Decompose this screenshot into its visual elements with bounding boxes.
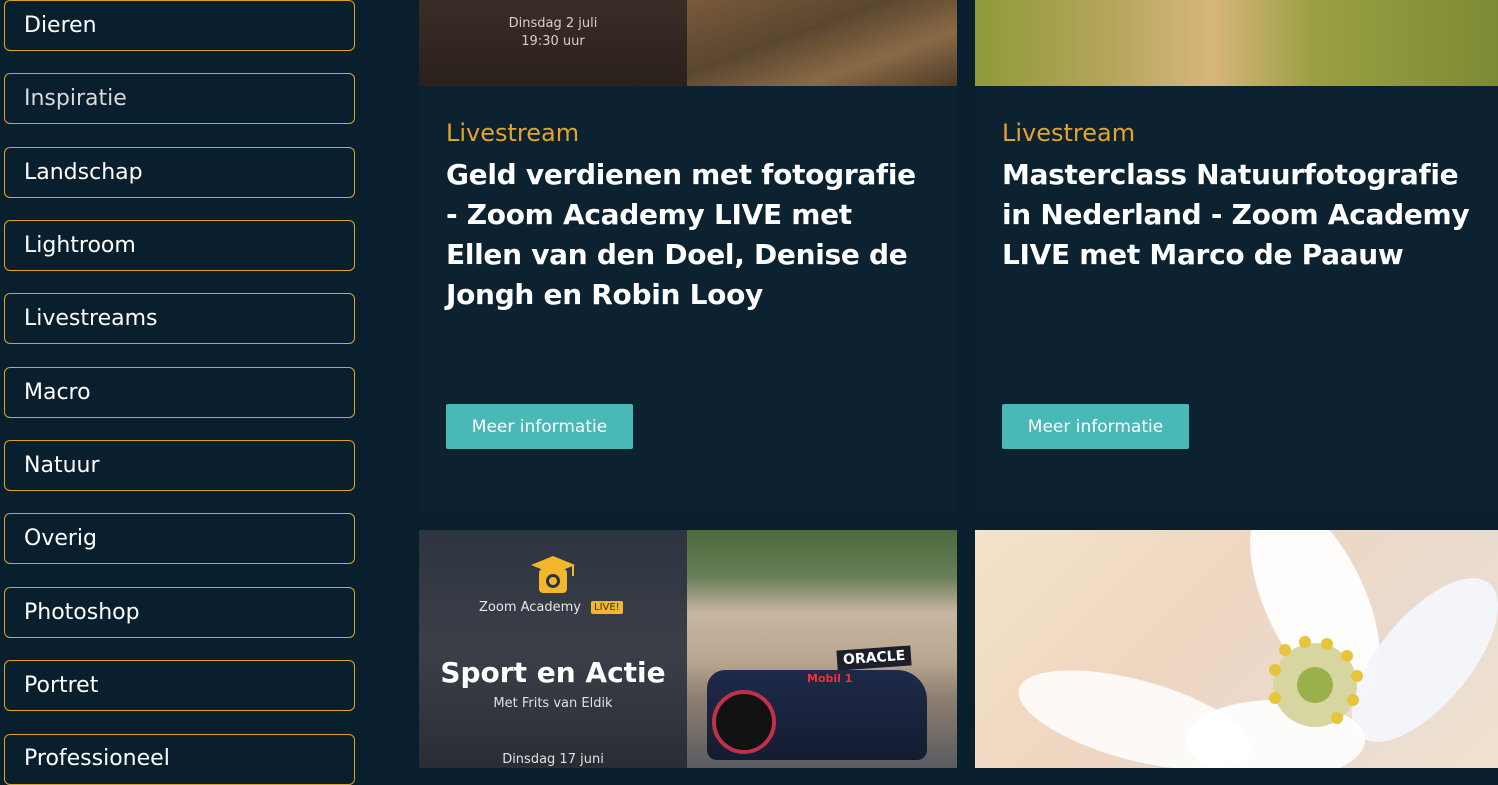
event-card: Livestream Masterclass Natuurfotografie …	[975, 0, 1498, 512]
card-title[interactable]: Geld verdienen met fotografie - Zoom Aca…	[446, 155, 936, 315]
academy-cap-icon	[531, 556, 575, 593]
promo-panel: Zoom Academy LIVE! Sport en Actie Met Fr…	[419, 530, 687, 768]
category-natuur[interactable]: Natuur	[4, 440, 355, 491]
lake-photo[interactable]	[975, 0, 1498, 86]
more-info-button[interactable]: Meer informatie	[1002, 404, 1189, 449]
promo-date: Dinsdag 2 juli	[508, 16, 598, 31]
category-inspiratie[interactable]: Inspiratie	[4, 73, 355, 124]
card-tag: Livestream	[446, 119, 580, 147]
sponsor-board: ORACLE	[836, 645, 912, 671]
more-info-button[interactable]: Meer informatie	[446, 404, 633, 449]
category-professioneel[interactable]: Professioneel	[4, 734, 355, 785]
promo-brand: Zoom Academy	[479, 600, 581, 615]
promo-subtitle: Met Frits van Eldik	[493, 696, 613, 711]
flower-photo	[1018, 530, 1498, 768]
promo-time: 19:30 uur	[521, 34, 585, 49]
promo-panel: Dinsdag 2 juli 19:30 uur	[419, 0, 687, 86]
category-overig[interactable]: Overig	[4, 513, 355, 564]
race-car-wheel	[712, 690, 776, 754]
race-photo: ORACLE Mobil 1	[687, 530, 957, 768]
event-card: Zoom Academy LIVE! Sport en Actie Met Fr…	[419, 530, 957, 768]
category-livestreams[interactable]: Livestreams	[4, 293, 355, 344]
event-card: Dinsdag 2 juli 19:30 uur Livestream Geld…	[419, 0, 957, 512]
category-portret[interactable]: Portret	[4, 660, 355, 711]
category-lightroom[interactable]: Lightroom	[4, 220, 355, 271]
event-card[interactable]	[975, 530, 1498, 768]
promo-date: Dinsdag 17 juni	[502, 752, 604, 767]
promo-title: Sport en Actie	[440, 656, 666, 689]
category-macro[interactable]: Macro	[4, 367, 355, 418]
category-dieren[interactable]: Dieren	[4, 0, 355, 51]
card-tag: Livestream	[1002, 119, 1136, 147]
live-badge: LIVE!	[591, 601, 623, 614]
card-title[interactable]: Masterclass Natuurfotografie in Nederlan…	[1002, 155, 1494, 275]
category-photoshop[interactable]: Photoshop	[4, 587, 355, 638]
event-image[interactable]: Dinsdag 2 juli 19:30 uur	[419, 0, 957, 86]
category-landschap[interactable]: Landschap	[4, 147, 355, 198]
landscape-photo	[687, 0, 957, 86]
car-sponsor: Mobil 1	[807, 672, 853, 685]
event-image[interactable]: Zoom Academy LIVE! Sport en Actie Met Fr…	[419, 530, 957, 768]
